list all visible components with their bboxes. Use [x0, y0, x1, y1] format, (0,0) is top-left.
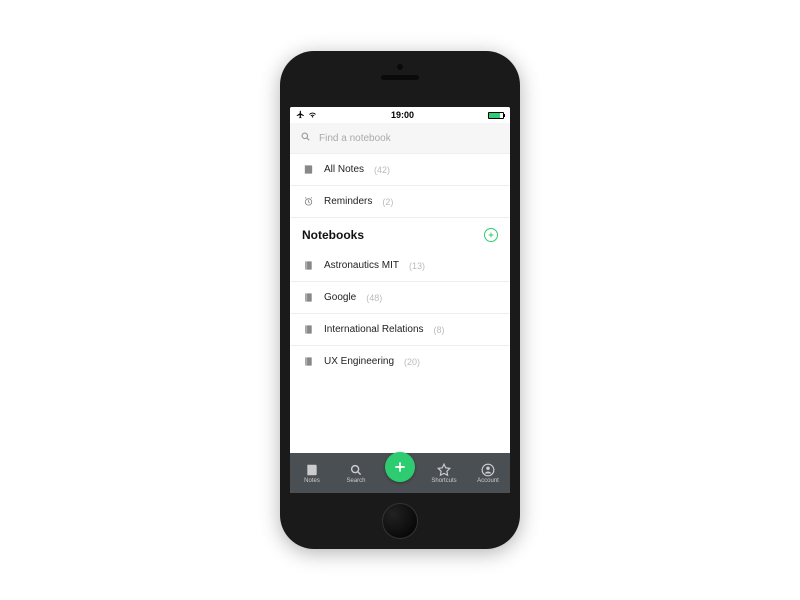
- notebook-count: (8): [434, 325, 445, 335]
- notebook-row[interactable]: International Relations (8): [290, 314, 510, 346]
- tab-account[interactable]: Account: [466, 463, 510, 484]
- airplane-mode-icon: [296, 110, 305, 121]
- phone-frame: 19:00 All Notes (42): [280, 51, 520, 549]
- notebook-count: (13): [409, 261, 425, 271]
- status-time: 19:00: [391, 110, 414, 120]
- status-left: [296, 110, 317, 121]
- notebook-icon: [302, 260, 314, 271]
- new-note-button[interactable]: [385, 452, 415, 482]
- home-button[interactable]: [382, 503, 418, 539]
- notebook-count: (48): [366, 293, 382, 303]
- tab-bar: Notes Search . Shortcuts Account: [290, 453, 510, 493]
- clock-icon: [302, 196, 314, 207]
- add-notebook-button[interactable]: [484, 228, 498, 242]
- tab-account-label: Account: [477, 478, 499, 484]
- search-input[interactable]: [319, 133, 500, 144]
- notebooks-title: Notebooks: [302, 228, 364, 242]
- reminders-row[interactable]: Reminders (2): [290, 186, 510, 218]
- notebook-label: UX Engineering: [324, 356, 394, 367]
- note-icon: [302, 164, 314, 175]
- tab-shortcuts-label: Shortcuts: [431, 478, 456, 484]
- screen: 19:00 All Notes (42): [290, 107, 510, 493]
- search-bar[interactable]: [290, 123, 510, 154]
- tab-shortcuts[interactable]: Shortcuts: [422, 463, 466, 484]
- reminders-label: Reminders: [324, 196, 372, 207]
- content-list: All Notes (42) Reminders (2) Notebooks: [290, 154, 510, 453]
- status-right: [488, 112, 504, 119]
- notebook-label: International Relations: [324, 324, 424, 335]
- search-icon: [300, 129, 311, 147]
- tab-notes[interactable]: Notes: [290, 463, 334, 484]
- battery-level: [489, 113, 500, 118]
- all-notes-count: (42): [374, 165, 390, 175]
- notebooks-section-header: Notebooks: [290, 218, 510, 250]
- all-notes-label: All Notes: [324, 164, 364, 175]
- wifi-icon: [308, 110, 317, 121]
- tab-notes-label: Notes: [304, 478, 320, 484]
- notebook-icon: [302, 292, 314, 303]
- notebook-row[interactable]: UX Engineering (20): [290, 346, 510, 377]
- notebook-label: Google: [324, 292, 356, 303]
- notebook-row[interactable]: Astronautics MIT (13): [290, 250, 510, 282]
- notebook-label: Astronautics MIT: [324, 260, 399, 271]
- battery-icon: [488, 112, 504, 119]
- all-notes-row[interactable]: All Notes (42): [290, 154, 510, 186]
- reminders-count: (2): [382, 197, 393, 207]
- tab-search[interactable]: Search: [334, 463, 378, 484]
- notebook-row[interactable]: Google (48): [290, 282, 510, 314]
- tab-search-label: Search: [346, 478, 365, 484]
- notebook-count: (20): [404, 357, 420, 367]
- notebook-icon: [302, 324, 314, 335]
- status-bar: 19:00: [290, 107, 510, 123]
- notebook-icon: [302, 356, 314, 367]
